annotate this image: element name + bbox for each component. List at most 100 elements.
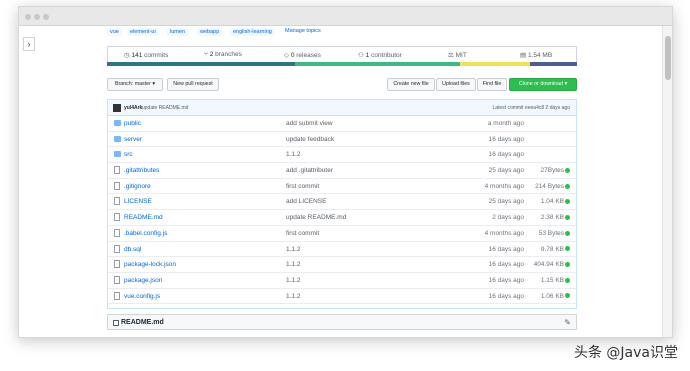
table-row: package.json 1.1.2 16 days ago 1.15 KB [108,273,576,289]
commit-message[interactable]: update README.md [142,105,188,111]
topic-tag[interactable]: lumen [167,28,188,36]
file-name-link[interactable]: db.sql [124,246,141,253]
file-name-link[interactable]: .gitattributes [124,167,159,174]
file-commit-message[interactable]: update feedback [286,136,334,143]
file-name-link[interactable]: README.md [124,214,163,221]
new-pull-request-button[interactable]: New pull request [167,78,219,91]
avatar[interactable] [113,104,121,112]
file-size-text: 1.06 KB [540,292,564,300]
scrollbar-thumb[interactable] [665,36,671,80]
table-row: src 1.1.2 16 days ago [108,147,576,164]
file-commit-message[interactable]: add LICENSE [286,198,326,205]
file-commit-message[interactable]: 1.1.2 [286,293,300,300]
file-age: 16 days ago [488,292,524,300]
clone-download-button[interactable]: Clone or download ▾ [509,78,577,91]
download-icon[interactable] [565,167,570,173]
branch-select-button[interactable]: Branch: master ▾ [107,78,163,91]
file-commit-message[interactable]: 1.1.2 [286,151,300,158]
table-row: package-lock.json 1.1.2 16 days ago 404.94 … [108,257,576,273]
file-commit-message[interactable]: add submit view [286,120,333,127]
manage-topics-link[interactable]: Manage topics [285,28,321,34]
download-icon[interactable] [565,183,570,189]
watermark: 头条 @Java识堂 [573,345,678,361]
file-size: 1.06 KB [541,293,570,300]
repo-content: vue element-ui lumen webapp english-lear… [107,26,577,330]
window-dot-icon[interactable] [25,14,31,20]
file-name-link[interactable]: LICENSE [124,198,152,205]
sidebar-toggle-button[interactable]: › [23,37,35,51]
find-file-button[interactable]: Find file [477,78,507,91]
commits-stat[interactable]: ◷ 141 commits [124,51,168,59]
file-icon [114,228,120,237]
file-age: 16 days ago [488,151,524,159]
file-name-link[interactable]: public [124,120,141,127]
latest-commit-bar: yul4Ark update README.md Latest commit e… [108,100,576,116]
scrollbar[interactable] [662,26,672,337]
file-size: 1.15 KB [541,277,570,284]
latest-commit: Latest commit eeea4c8 2 days ago [492,105,570,111]
file-size-text: 1.04 KB [540,198,564,206]
topics-bar: vue element-ui lumen webapp english-lear… [107,26,577,40]
repo-stats: ◷ 141 commits ⑂ 2 branches ◇ 0 releases … [107,46,577,62]
file-name-link[interactable]: vue.config.js [124,293,160,300]
file-age: 25 days ago [488,198,524,206]
language-bar[interactable] [107,62,577,66]
create-file-button[interactable]: Create new file [387,78,435,91]
file-commit-message[interactable]: 1.1.2 [286,246,300,253]
commit-author[interactable]: yul4Ark [124,105,142,111]
file-age: 16 days ago [488,245,524,253]
commit-hash[interactable]: eeea4c8 [525,105,544,111]
file-name-link[interactable]: .gitignore [124,183,151,190]
file-commit-message[interactable]: add .gitattributer [286,167,333,174]
download-icon[interactable] [565,293,570,299]
file-commit-message[interactable]: 1.1.2 [286,277,300,284]
download-icon[interactable] [565,199,570,205]
download-icon[interactable] [565,246,570,252]
table-row: README.md update README.md 2 days ago 2.38 … [108,210,576,226]
file-commit-message[interactable]: 1.1.2 [286,261,300,268]
topic-tag[interactable]: element-ui [127,28,159,36]
file-name-link[interactable]: package.json [124,277,162,284]
file-icon [114,244,120,253]
upload-files-button[interactable]: Upload files [436,78,476,91]
language-segment[interactable] [107,62,295,66]
file-age: 4 months ago [484,229,524,237]
contributors-stat[interactable]: ⚇ 1 contributor [358,51,402,59]
language-segment[interactable] [295,62,460,66]
file-size: 53 Bytes [539,230,570,237]
window-dot-icon[interactable] [43,14,49,20]
file-name-link[interactable]: package-lock.json [124,261,176,268]
releases-stat[interactable]: ◇ 0 releases [284,51,321,59]
file-icon [114,181,120,190]
file-name-link[interactable]: .babel.config.js [124,230,167,237]
language-segment[interactable] [459,62,530,66]
download-icon[interactable] [565,230,570,236]
file-commit-message[interactable]: first commit [286,230,319,237]
file-icon [114,291,120,300]
file-size: 9.78 KB [541,246,570,253]
download-icon[interactable] [565,277,570,283]
download-icon[interactable] [565,214,570,220]
topic-tag[interactable]: webapp [197,28,223,36]
branches-stat[interactable]: ⑂ 2 branches [204,51,242,58]
file-age: 4 months ago [484,182,524,190]
readme-header: README.md ✎ [107,314,577,330]
file-size-text: 2.38 KB [540,214,564,222]
window-dot-icon[interactable] [34,14,40,20]
file-size: 2.38 KB [541,214,570,221]
topic-tag[interactable]: vue [107,28,122,36]
file-size: 404.94 KB [534,261,570,268]
file-size: 214 Bytes [535,183,570,190]
folder-icon [114,151,121,158]
file-name-link[interactable]: src [124,151,133,158]
file-commit-message[interactable]: first commit [286,183,319,190]
topic-tag[interactable]: english-learning [230,28,275,36]
book-icon [113,320,119,326]
file-commit-message[interactable]: update README.md [286,214,346,221]
table-row: public add submit view a month ago [108,116,576,132]
download-icon[interactable] [565,261,570,267]
file-name-link[interactable]: server [124,136,142,143]
pencil-icon[interactable]: ✎ [564,318,571,327]
language-segment[interactable] [530,62,577,66]
license-stat[interactable]: ⚖ MIT [448,51,467,59]
